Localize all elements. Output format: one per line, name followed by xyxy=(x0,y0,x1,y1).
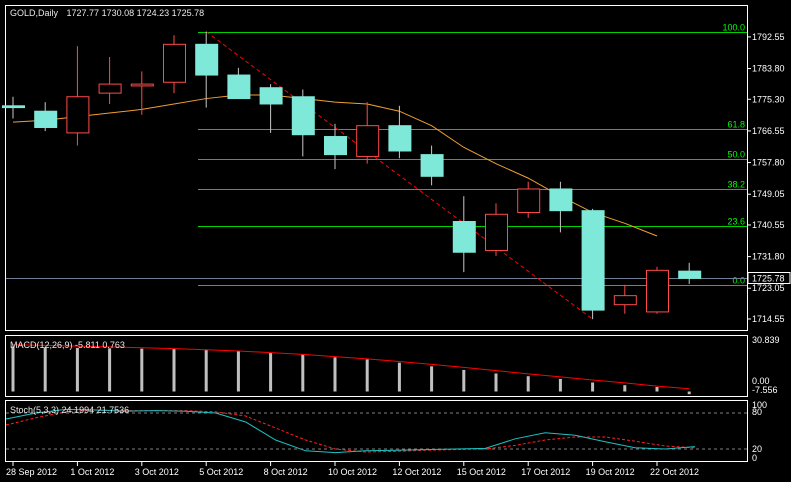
candle-body xyxy=(98,83,122,94)
fib-level-label: 23.6 xyxy=(727,217,745,227)
fib-level-label: 50.0 xyxy=(727,150,745,160)
date-tick-label: 19 Oct 2012 xyxy=(586,467,635,477)
macd-histogram-bar xyxy=(269,352,273,392)
price-tick-label: 1731.80 xyxy=(752,252,785,262)
date-tick-label: 12 Oct 2012 xyxy=(392,467,441,477)
stoch-signal-line xyxy=(5,409,696,453)
stoch-main-line xyxy=(5,408,696,454)
macd-histogram-bar xyxy=(591,382,595,392)
candle-body xyxy=(2,105,25,109)
price-tick-label: 1723.05 xyxy=(752,283,785,293)
candle-body xyxy=(356,125,380,157)
candle-body xyxy=(259,87,283,105)
macd-histogram-bar xyxy=(430,366,434,392)
price-plot: 100.0 61.8 50.0 38.2 23.6 0.0 xyxy=(2,23,747,320)
macd-histogram-bar xyxy=(140,348,144,392)
macd-signal-line xyxy=(12,344,690,390)
candle-body xyxy=(678,270,702,279)
fib-level-label: 38.2 xyxy=(727,180,745,190)
price-tick-label: 1749.05 xyxy=(752,189,785,199)
price-tick-label: 1766.55 xyxy=(752,126,785,136)
candle-body xyxy=(517,188,541,213)
date-tick-label: 1 Oct 2012 xyxy=(70,467,114,477)
candle-body xyxy=(195,43,219,76)
macd-histogram-bar xyxy=(462,369,466,392)
candle-body xyxy=(485,213,508,251)
macd-label: MACD(12,26,9) -5.811 0.763 xyxy=(10,340,125,350)
candle-body xyxy=(581,210,605,311)
macd-histogram-bar xyxy=(494,373,498,392)
candle-body xyxy=(291,96,315,136)
macd-histogram-bar xyxy=(623,385,627,392)
date-tick-label: 28 Sep 2012 xyxy=(6,467,57,477)
candle-body xyxy=(420,154,444,177)
macd-histogram-bar xyxy=(397,362,401,392)
macd-histogram-bar xyxy=(687,391,691,395)
macd-histogram-bar xyxy=(11,346,15,392)
date-tick-label: 3 Oct 2012 xyxy=(135,467,179,477)
price-tick-label: 1775.30 xyxy=(752,94,785,104)
date-tick-label: 17 Oct 2012 xyxy=(521,467,570,477)
macd-histogram-bar xyxy=(365,359,369,392)
macd-histogram-bar xyxy=(236,350,240,392)
candle-body xyxy=(549,188,573,212)
macd-histogram-bar xyxy=(204,349,208,392)
macd-tick-label: -7.556 xyxy=(752,385,778,395)
macd-histogram-bar xyxy=(526,376,530,392)
macd-histogram-bar xyxy=(333,357,337,392)
fib-level-label: 61.8 xyxy=(727,120,745,130)
candle-body xyxy=(613,295,637,306)
current-price-label: 1725.78 xyxy=(752,274,785,284)
price-tick-label: 1783.80 xyxy=(752,64,785,74)
candle-body xyxy=(227,74,251,100)
date-tick-label: 5 Oct 2012 xyxy=(199,467,243,477)
candle-body xyxy=(452,221,476,253)
macd-histogram-bar xyxy=(43,347,47,392)
price-axis: 1792.55 1783.80 1775.30 1766.55 1757.80 1749.… xyxy=(747,32,791,324)
candle-body xyxy=(34,110,58,128)
price-tick-label: 1757.80 xyxy=(752,158,785,168)
macd-histogram-bar xyxy=(558,378,562,392)
symbol-label: GOLD,Daily 1727.77 1730.08 1724.23 1725.… xyxy=(10,8,204,18)
date-axis: 28 Sep 2012 1 Oct 2012 3 Oct 2012 5 Oct 201… xyxy=(6,462,699,477)
macd-histogram-bar xyxy=(655,387,659,392)
macd-histogram-bar xyxy=(301,354,305,392)
fib-level-label: 100.0 xyxy=(722,23,745,33)
stoch-label: Stoch(5,3,3) 24.1994 21.7536 xyxy=(10,405,129,415)
price-tick-label: 1714.55 xyxy=(752,314,785,324)
candle-body xyxy=(646,269,669,313)
macd-tick-label: 30.839 xyxy=(752,335,780,345)
price-tick-label: 1740.55 xyxy=(752,220,785,230)
macd-histogram-bar xyxy=(108,348,112,392)
date-tick-label: 8 Oct 2012 xyxy=(264,467,308,477)
stoch-tick-label: 80 xyxy=(752,407,762,417)
date-tick-label: 22 Oct 2012 xyxy=(650,467,699,477)
macd-histogram-bar xyxy=(172,349,176,392)
price-tick-label: 1792.55 xyxy=(752,32,785,42)
candle-body xyxy=(163,43,186,83)
trend-line xyxy=(205,31,593,320)
macd-plot: 30.8390.00-7.556 xyxy=(11,335,780,395)
macd-histogram-bar xyxy=(75,347,79,392)
candle-body xyxy=(66,96,90,134)
date-tick-label: 15 Oct 2012 xyxy=(457,467,506,477)
trading-chart[interactable]: 100.061.850.038.223.60.0 1792.551783.801… xyxy=(0,0,791,482)
fib-level-label: 0.0 xyxy=(732,276,745,286)
date-tick-label: 10 Oct 2012 xyxy=(328,467,377,477)
price-panel-frame xyxy=(5,5,748,331)
candle-body xyxy=(324,136,347,156)
candle-body xyxy=(388,125,412,152)
candle-body xyxy=(130,83,154,87)
stoch-tick-label: 0 xyxy=(752,453,757,463)
